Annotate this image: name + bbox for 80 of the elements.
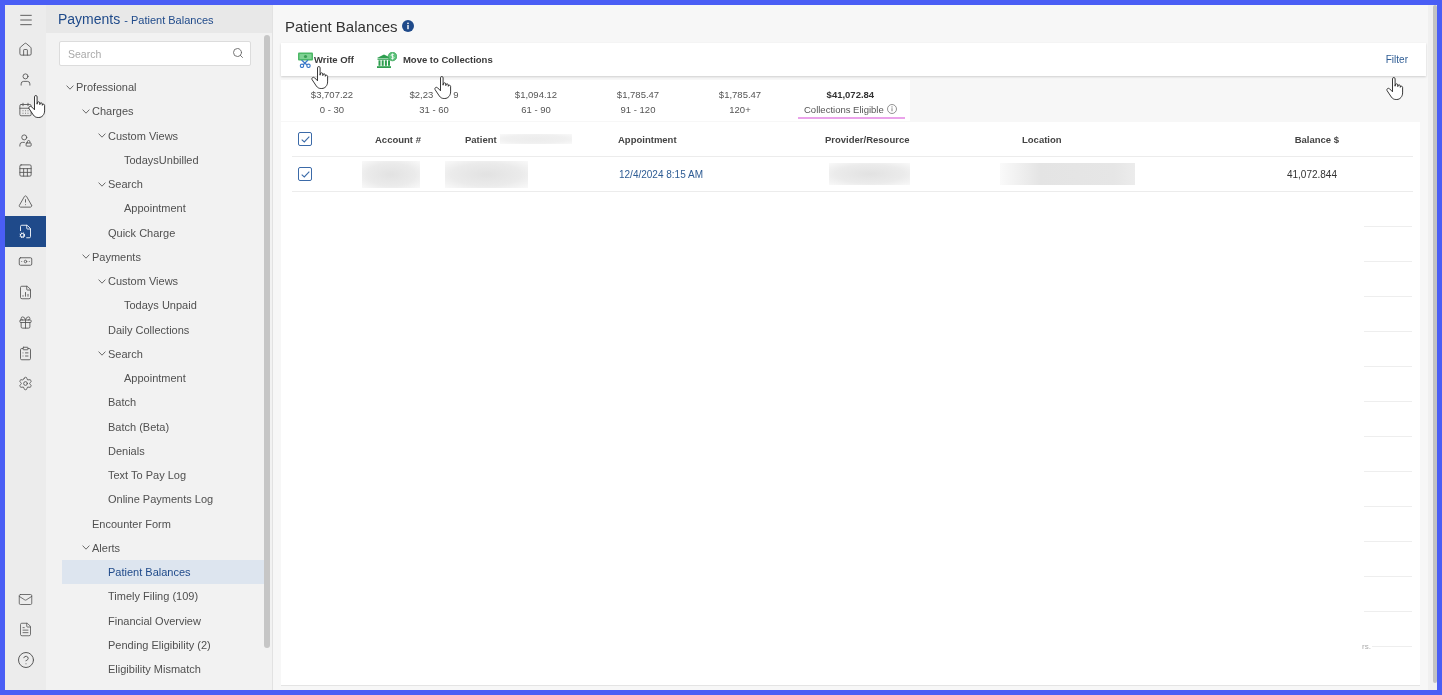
tree-item[interactable]: Custom Views [62, 123, 264, 148]
tree-item[interactable]: Eligibility Mismatch [62, 657, 264, 682]
tree-item[interactable]: Online Payments Log [62, 487, 264, 512]
tree-item[interactable]: Custom Views [62, 269, 264, 294]
tree-item[interactable]: Encounter Form [62, 511, 264, 536]
spreadsheet-icon [18, 163, 33, 179]
section-subtitle: - Patient Balances [124, 13, 214, 26]
warning-icon [18, 193, 33, 209]
write-off-button[interactable]: Write Off [298, 51, 354, 68]
hand-cursor-icon [28, 95, 46, 118]
tree-item[interactable]: TodaysUnbilled [62, 147, 264, 172]
column-header[interactable]: Patient [465, 133, 497, 145]
tree-item[interactable]: Alerts [62, 535, 264, 560]
search-icon[interactable] [232, 47, 244, 59]
chevron-icon[interactable] [98, 351, 106, 357]
balance-amount: 41,072.844 [1286, 168, 1337, 180]
tree-item[interactable]: Timely Filing (109) [62, 584, 264, 609]
tree-item[interactable]: Financial Overview [62, 608, 264, 633]
nav-rail-button[interactable] [5, 216, 46, 247]
tree-item[interactable]: Quick Charge [62, 220, 264, 245]
document-gear-icon [18, 224, 33, 240]
tree-item[interactable]: Batch (Beta) [62, 414, 264, 439]
calendar-icon [18, 102, 33, 118]
chevron-icon[interactable] [98, 278, 106, 284]
help-icon [16, 650, 35, 669]
column-header[interactable]: Provider/Resource [825, 133, 910, 145]
page-title: Patient Balances [285, 17, 398, 35]
column-header[interactable]: Account # [375, 133, 421, 145]
document-icon [18, 621, 33, 637]
tree-item[interactable]: Text To Pay Log [62, 463, 264, 488]
move-to-collections-button[interactable]: Move to Collections [376, 51, 493, 68]
faint-text: rs. [1362, 642, 1371, 651]
money-scissors-icon [298, 51, 313, 68]
chevron-icon[interactable] [82, 108, 90, 114]
settings-icon [18, 376, 33, 391]
tree-item[interactable]: Professional [62, 75, 264, 100]
aging-bucket-tab[interactable]: $1,785.47 91 - 120 [587, 80, 689, 121]
tree-item[interactable]: Patient Balances [62, 560, 264, 585]
aging-bucket-tab[interactable]: $2,23 9 31 - 60 [383, 80, 485, 121]
checkbox[interactable] [298, 167, 312, 181]
tree-item[interactable]: Daily Collections [62, 317, 264, 342]
appointment-link[interactable]: 12/4/2024 8:15 AM [619, 168, 703, 180]
aging-bucket-tab[interactable]: $1,094.12 61 - 90 [485, 80, 587, 121]
tree-item[interactable]: Denials [62, 438, 264, 463]
mail-icon [18, 591, 33, 607]
column-header[interactable]: Location [1022, 133, 1062, 145]
column-header[interactable]: Balance $ [1294, 133, 1339, 145]
info-icon[interactable] [401, 20, 414, 32]
tree-item[interactable]: Pending Eligibility (2) [62, 632, 264, 657]
bank-icon [376, 51, 397, 68]
scrollbar[interactable] [1433, 5, 1437, 683]
search-field[interactable]: Search [59, 41, 251, 66]
blurred-text [362, 160, 420, 188]
tree-item[interactable]: Appointment [62, 196, 264, 221]
tree-item[interactable]: Search [62, 172, 264, 197]
user-lock-icon [18, 132, 33, 148]
clipboard-icon [18, 345, 33, 361]
user-icon [18, 72, 33, 88]
tree-item[interactable]: Payments [62, 244, 264, 269]
tree-item[interactable]: Appointment [62, 366, 264, 391]
gift-icon [18, 315, 33, 331]
aging-bucket-tab[interactable]: $41,072.84 Collections Eligible [791, 80, 910, 121]
chevron-icon[interactable] [98, 181, 106, 187]
tree-item[interactable]: Charges [62, 99, 264, 124]
scrollbar[interactable] [264, 35, 270, 648]
chevron-icon[interactable] [82, 254, 90, 260]
section-title: Payments [58, 11, 121, 27]
aging-bucket-tab[interactable]: $3,707.22 0 - 30 [281, 80, 383, 121]
home-icon [18, 41, 33, 57]
chart-document-icon [18, 284, 33, 300]
chevron-icon[interactable] [66, 84, 74, 90]
filter-link[interactable]: Filter [1385, 54, 1408, 65]
chevron-icon[interactable] [98, 133, 106, 139]
column-header[interactable]: Appointment [618, 133, 677, 145]
checkbox[interactable] [298, 132, 312, 146]
tree-item[interactable]: Search [62, 341, 264, 366]
chevron-icon[interactable] [82, 545, 90, 551]
aging-bucket-tab[interactable]: $1,785.47 120+ [689, 80, 791, 121]
tree-item[interactable]: Todays Unpaid [62, 293, 264, 318]
tree-item[interactable]: Batch [62, 390, 264, 415]
